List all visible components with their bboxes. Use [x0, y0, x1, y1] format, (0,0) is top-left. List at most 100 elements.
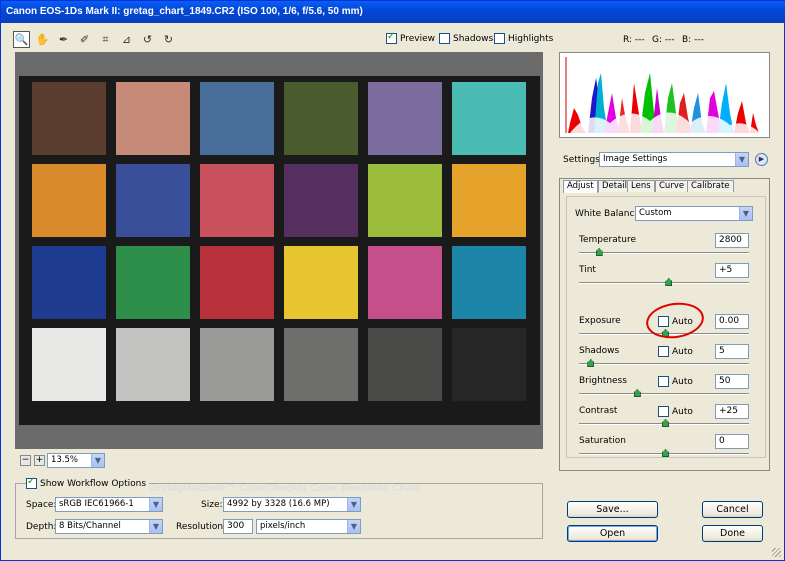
- workflow-check-icon: [26, 476, 37, 489]
- chevron-down-icon: ▼: [149, 520, 162, 533]
- color-checker-image: GretagMacbeth™ ColorChecker Color Rendit…: [19, 76, 540, 494]
- color-patch: [32, 246, 106, 319]
- settings-label: Settings:: [563, 155, 603, 165]
- temperature-input[interactable]: 2800: [715, 233, 749, 248]
- white-balance-tool-icon[interactable]: ✒: [55, 31, 72, 48]
- b-readout: B: ---: [682, 35, 704, 45]
- color-patch: [32, 82, 106, 155]
- color-sampler-tool-icon[interactable]: ✐: [76, 31, 93, 48]
- depth-value: 8 Bits/Channel: [59, 521, 121, 531]
- chevron-down-icon: ▼: [91, 454, 104, 467]
- color-patch: [284, 328, 358, 401]
- color-patch: [452, 328, 526, 401]
- camera-raw-window: Canon EOS-1Ds Mark II: gretag_chart_1849…: [0, 0, 785, 561]
- contrast-slider[interactable]: [579, 419, 749, 427]
- zoom-tool-icon[interactable]: 🔍: [13, 31, 30, 48]
- settings-menu-icon[interactable]: ▶: [755, 153, 768, 166]
- rotate-left-icon[interactable]: ↺: [139, 31, 156, 48]
- zoom-bar: − + 13.5% ▼: [15, 451, 543, 469]
- temperature-slider[interactable]: [579, 248, 749, 256]
- cancel-button[interactable]: Cancel: [702, 501, 763, 518]
- saturation-input[interactable]: 0: [715, 434, 749, 449]
- preview-checkbox[interactable]: Preview: [386, 31, 435, 44]
- space-label: Space:: [26, 500, 57, 510]
- size-select[interactable]: 4992 by 3328 (16.6 MP) ▼: [223, 497, 361, 512]
- window-title: Canon EOS-1Ds Mark II: gretag_chart_1849…: [1, 1, 785, 23]
- color-patch: [116, 246, 190, 319]
- shadows-clip-checkbox[interactable]: Shadows: [439, 33, 493, 44]
- highlights-clip-checkbox[interactable]: Highlights: [494, 33, 553, 44]
- resize-grip-icon[interactable]: [772, 548, 781, 557]
- rotate-right-icon[interactable]: ↻: [160, 31, 177, 48]
- zoom-out-button[interactable]: −: [20, 455, 31, 466]
- depth-select[interactable]: 8 Bits/Channel ▼: [55, 519, 163, 534]
- auto-label: Auto: [672, 347, 693, 357]
- checkbox-icon: [658, 376, 669, 387]
- auto-label: Auto: [672, 377, 693, 387]
- color-patch: [452, 82, 526, 155]
- white-balance-select[interactable]: Custom ▼: [635, 206, 753, 221]
- brightness-input[interactable]: 50: [715, 374, 749, 389]
- color-patch: [284, 164, 358, 237]
- show-workflow-checkbox[interactable]: Show Workflow Options: [26, 476, 150, 489]
- color-patch: [200, 246, 274, 319]
- highlights-check-icon: [494, 33, 505, 44]
- saturation-slider[interactable]: [579, 449, 749, 457]
- done-button[interactable]: Done: [702, 525, 763, 542]
- color-patch: [116, 82, 190, 155]
- color-patch: [368, 82, 442, 155]
- color-patch: [368, 164, 442, 237]
- exposure-input[interactable]: 0.00: [715, 314, 749, 329]
- exposure-label: Exposure: [579, 316, 621, 326]
- zoom-in-button[interactable]: +: [34, 455, 45, 466]
- contrast-label: Contrast: [579, 406, 618, 416]
- shadows-slider[interactable]: [579, 359, 749, 367]
- show-workflow-label: Show Workflow Options: [40, 479, 147, 489]
- preview-check-icon: [386, 31, 397, 44]
- zoom-select[interactable]: 13.5% ▼: [47, 453, 105, 468]
- brightness-auto-checkbox[interactable]: Auto: [658, 376, 693, 387]
- shadows-check-icon: [439, 33, 450, 44]
- color-patch: [452, 246, 526, 319]
- white-balance-label: White Balance:: [575, 209, 643, 219]
- saturation-label: Saturation: [579, 436, 626, 446]
- crop-tool-icon[interactable]: ⌗: [97, 31, 114, 48]
- contrast-auto-checkbox[interactable]: Auto: [658, 406, 693, 417]
- color-patch: [284, 246, 358, 319]
- tab-lens[interactable]: Lens: [627, 180, 655, 192]
- straighten-tool-icon[interactable]: ⊿: [118, 31, 135, 48]
- tab-adjust[interactable]: Adjust: [563, 180, 598, 193]
- color-patch: [200, 164, 274, 237]
- shadows-auto-checkbox[interactable]: Auto: [658, 346, 693, 357]
- open-button[interactable]: Open: [567, 525, 658, 542]
- checkbox-icon: [658, 346, 669, 357]
- tab-calibrate[interactable]: Calibrate: [687, 180, 734, 192]
- tint-input[interactable]: +5: [715, 263, 749, 278]
- chevron-down-icon: ▼: [739, 207, 752, 220]
- color-patch: [32, 164, 106, 237]
- white-balance-value: Custom: [639, 208, 672, 218]
- resolution-unit-select[interactable]: pixels/inch ▼: [256, 519, 361, 534]
- color-patch: [368, 328, 442, 401]
- shadows-clip-label: Shadows: [453, 34, 494, 44]
- save-button[interactable]: Save...: [567, 501, 658, 518]
- chevron-down-icon: ▼: [347, 498, 360, 511]
- color-patch: [368, 246, 442, 319]
- tint-slider[interactable]: [579, 278, 749, 286]
- contrast-input[interactable]: +25: [715, 404, 749, 419]
- shadows-input[interactable]: 5: [715, 344, 749, 359]
- resolution-label: Resolution:: [176, 522, 227, 532]
- size-label: Size:: [201, 500, 223, 510]
- color-patch: [284, 82, 358, 155]
- tint-label: Tint: [579, 265, 596, 275]
- tab-curve[interactable]: Curve: [655, 180, 689, 192]
- resolution-input[interactable]: 300: [223, 519, 253, 534]
- space-select[interactable]: sRGB IEC61966-1 ▼: [55, 497, 163, 512]
- zoom-value: 13.5%: [51, 455, 79, 465]
- checkbox-icon: [658, 406, 669, 417]
- settings-select[interactable]: Image Settings ▼: [599, 152, 749, 167]
- brightness-slider[interactable]: [579, 389, 749, 397]
- color-patch: [116, 164, 190, 237]
- hand-tool-icon[interactable]: ✋: [34, 31, 51, 48]
- settings-value: Image Settings: [603, 154, 668, 164]
